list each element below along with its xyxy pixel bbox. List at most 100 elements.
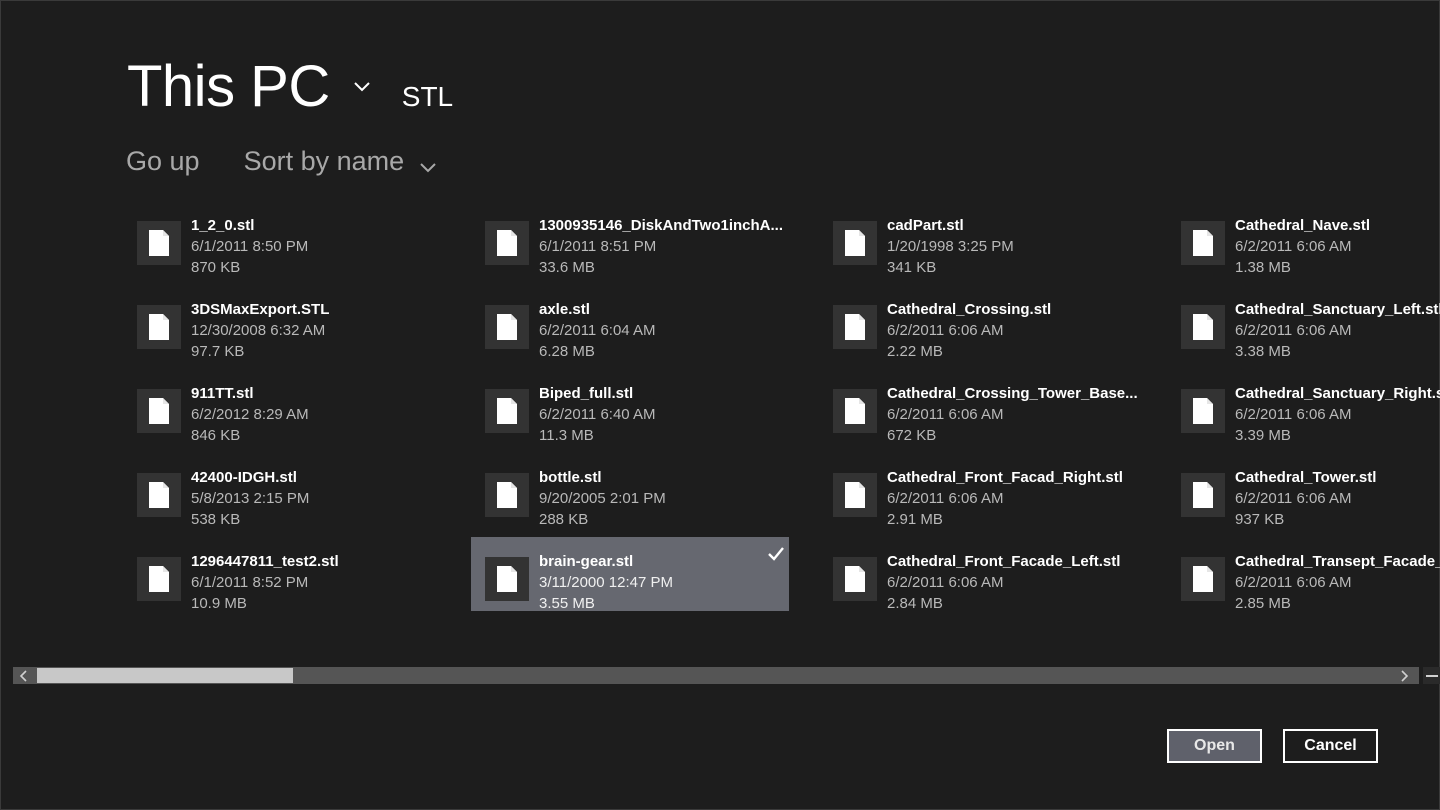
file-name: 1296447811_test2.stl [191, 553, 339, 570]
file-size: 3.55 MB [539, 595, 595, 612]
file-name: Cathedral_Sanctuary_Left.stl [1235, 301, 1440, 318]
file-name: Cathedral_Tower.stl [1235, 469, 1377, 486]
file-info: 1_2_0.stl 6/1/2011 8:50 PM 870 KB [191, 215, 308, 278]
file-icon [1181, 305, 1225, 349]
file-size: 2.91 MB [887, 511, 943, 528]
file-name: Cathedral_Front_Facad_Right.stl [887, 469, 1123, 486]
file-size: 341 KB [887, 259, 937, 276]
location-header[interactable]: This PC STL [127, 53, 453, 119]
file-tile[interactable]: 911TT.stl 6/2/2012 8:29 AM 846 KB [129, 375, 447, 449]
file-date: 6/1/2011 8:50 PM [191, 238, 309, 255]
file-info: 1296447811_test2.stl 6/1/2011 8:52 PM 10.9… [191, 551, 339, 614]
file-date: 9/20/2005 2:01 PM [539, 490, 666, 507]
file-tile[interactable]: Cathedral_Crossing.stl 6/2/2011 6:06 AM 2.… [825, 291, 1143, 365]
file-tile[interactable]: Cathedral_Front_Facad_Right.stl 6/2/2011 … [825, 459, 1143, 533]
file-tile[interactable]: 1296447811_test2.stl 6/1/2011 8:52 PM 10.9… [129, 543, 447, 617]
file-date: 6/2/2011 6:06 AM [887, 322, 1004, 339]
file-size: 1.38 MB [1235, 259, 1291, 276]
file-tile[interactable]: brain-gear.stl 3/11/2000 12:47 PM 3.55 MB [471, 537, 789, 614]
current-folder-name: STL [401, 81, 454, 112]
file-tile[interactable]: Cathedral_Sanctuary_Right.stl 6/2/2011 6:… [1173, 375, 1440, 449]
file-icon [1181, 389, 1225, 433]
file-date: 6/2/2011 6:04 AM [539, 322, 656, 339]
file-name: 42400-IDGH.stl [191, 469, 297, 486]
file-icon [485, 305, 529, 349]
chevron-down-icon[interactable] [352, 76, 372, 96]
file-info: Cathedral_Transept_Facade_L 6/2/2011 6:06… [1235, 551, 1440, 614]
scrollbar-thumb[interactable] [37, 668, 293, 683]
file-tile[interactable]: axle.stl 6/2/2011 6:04 AM 6.28 MB [477, 291, 795, 365]
horizontal-scrollbar[interactable] [13, 667, 1419, 684]
file-tile[interactable]: Biped_full.stl 6/2/2011 6:40 AM 11.3 MB [477, 375, 795, 449]
file-icon [137, 473, 181, 517]
location-title[interactable]: This PC [127, 53, 330, 120]
checkmark-icon [767, 545, 785, 563]
file-info: Cathedral_Tower.stl 6/2/2011 6:06 AM 937 K… [1235, 467, 1376, 530]
file-grid: 1_2_0.stl 6/1/2011 8:50 PM 870 KB 3DSMaxExp… [129, 207, 1440, 637]
file-name: 1300935146_DiskAndTwo1inchA... [539, 217, 783, 234]
file-tile[interactable]: 1_2_0.stl 6/1/2011 8:50 PM 870 KB [129, 207, 447, 281]
file-date: 1/20/1998 3:25 PM [887, 238, 1014, 255]
file-tile[interactable]: Cathedral_Tower.stl 6/2/2011 6:06 AM 937 K… [1173, 459, 1440, 533]
file-size: 33.6 MB [539, 259, 595, 276]
file-tile[interactable]: 1300935146_DiskAndTwo1inchA... 6/1/2011 8… [477, 207, 795, 281]
open-button[interactable]: Open [1167, 729, 1262, 763]
file-tile[interactable]: Cathedral_Sanctuary_Left.stl 6/2/2011 6:0… [1173, 291, 1440, 365]
file-info: Cathedral_Front_Facade_Left.stl 6/2/2011 … [887, 551, 1120, 614]
file-name: brain-gear.stl [539, 553, 634, 570]
file-tile[interactable]: Cathedral_Transept_Facade_L 6/2/2011 6:06… [1173, 543, 1440, 617]
file-info: axle.stl 6/2/2011 6:04 AM 6.28 MB [539, 299, 655, 362]
file-tile[interactable]: Cathedral_Nave.stl 6/2/2011 6:06 AM 1.38 M… [1173, 207, 1440, 281]
file-icon [1181, 221, 1225, 265]
file-info: Cathedral_Nave.stl 6/2/2011 6:06 AM 1.38 M… [1235, 215, 1370, 278]
file-size: 6.28 MB [539, 343, 595, 360]
file-size: 538 KB [191, 511, 241, 528]
file-size: 10.9 MB [191, 595, 247, 612]
file-icon [137, 305, 181, 349]
file-info: Cathedral_Crossing.stl 6/2/2011 6:06 AM 2.… [887, 299, 1051, 362]
file-name: Cathedral_Nave.stl [1235, 217, 1371, 234]
file-name: 911TT.stl [191, 385, 254, 402]
chevron-down-icon [418, 153, 438, 173]
scroll-left-arrow-icon[interactable] [13, 667, 35, 684]
semantic-zoom-icon[interactable] [1423, 667, 1440, 684]
scroll-right-arrow-icon[interactable] [1393, 667, 1415, 684]
file-tile[interactable]: Cathedral_Front_Facade_Left.stl 6/2/2011 … [825, 543, 1143, 617]
navigation-bar: Go up Sort by name [126, 141, 438, 181]
file-picker-window: This PC STL Go up Sort by name 1_2_0.stl… [0, 0, 1440, 810]
file-size: 3.38 MB [1235, 343, 1291, 360]
file-info: Cathedral_Sanctuary_Left.stl 6/2/2011 6:0… [1235, 299, 1440, 362]
file-tile[interactable]: cadPart.stl 1/20/1998 3:25 PM 341 KB [825, 207, 1143, 281]
file-tile[interactable]: Cathedral_Crossing_Tower_Base... 6/2/2011… [825, 375, 1143, 449]
file-date: 6/2/2011 6:06 AM [887, 406, 1004, 423]
file-info: bottle.stl 9/20/2005 2:01 PM 288 KB [539, 467, 666, 530]
file-date: 6/2/2011 6:06 AM [1235, 574, 1352, 591]
file-icon [833, 221, 877, 265]
file-name: Cathedral_Crossing.stl [887, 301, 1052, 318]
file-tile[interactable]: 42400-IDGH.stl 5/8/2013 2:15 PM 538 KB [129, 459, 447, 533]
file-icon [833, 473, 877, 517]
file-date: 6/2/2011 6:06 AM [887, 490, 1004, 507]
file-name: axle.stl [539, 301, 590, 318]
file-date: 6/2/2011 6:06 AM [1235, 238, 1352, 255]
file-date: 6/1/2011 8:52 PM [191, 574, 309, 591]
file-icon [833, 389, 877, 433]
file-info: brain-gear.stl 3/11/2000 12:47 PM 3.55 MB [539, 551, 673, 614]
file-tile[interactable]: 3DSMaxExport.STL 12/30/2008 6:32 AM 97.7 K… [129, 291, 447, 365]
file-size: 11.3 MB [539, 427, 594, 444]
file-date: 6/2/2011 6:40 AM [539, 406, 656, 423]
file-tile[interactable]: bottle.stl 9/20/2005 2:01 PM 288 KB [477, 459, 795, 533]
file-icon [485, 221, 529, 265]
file-icon [485, 389, 529, 433]
file-info: 911TT.stl 6/2/2012 8:29 AM 846 KB [191, 383, 309, 446]
file-date: 5/8/2013 2:15 PM [191, 490, 310, 507]
cancel-button[interactable]: Cancel [1283, 729, 1378, 763]
sort-dropdown[interactable]: Sort by name [244, 146, 439, 177]
file-name: Cathedral_Transept_Facade_L [1235, 553, 1440, 570]
file-icon [137, 221, 181, 265]
file-info: cadPart.stl 1/20/1998 3:25 PM 341 KB [887, 215, 1014, 278]
go-up-button[interactable]: Go up [126, 146, 200, 177]
file-icon [833, 557, 877, 601]
file-name: bottle.stl [539, 469, 602, 486]
file-info: 1300935146_DiskAndTwo1inchA... 6/1/2011 8… [539, 215, 783, 278]
